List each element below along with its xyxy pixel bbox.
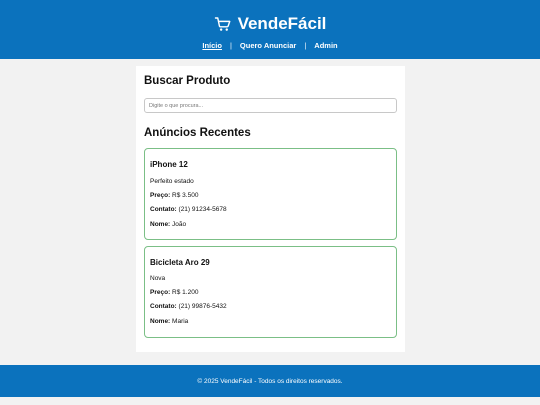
search-input[interactable] [144,98,397,113]
name-value: Maria [172,318,189,325]
listing-description: Perfeito estado [150,178,194,185]
name-label: Nome: [150,221,171,228]
price-label: Preço: [150,192,171,199]
listing-card[interactable]: iPhone 12 Perfeito estado Preço: R$ 3.50… [144,148,397,240]
name-value: João [172,221,187,228]
listing-card[interactable]: Bicicleta Aro 29 Nova Preço: R$ 1.200 Co… [144,246,397,338]
listing-seller: Nome: Maria [150,318,188,325]
listing-contact: Contato: (21) 91234-5678 [150,206,227,213]
contact-label: Contato: [150,303,177,310]
listings-title: Anúncios Recentes [144,127,251,139]
search-title: Buscar Produto [144,75,231,87]
nav-separator: | [229,41,232,50]
nav-link-inicio[interactable]: Início [202,41,222,50]
listing-title: iPhone 12 [150,160,188,169]
listing-price: Preço: R$ 3.500 [150,192,198,199]
price-value: R$ 3.500 [172,192,199,199]
shopping-cart-icon [214,15,232,33]
nav-link-admin[interactable]: Admin [314,41,337,50]
site-footer: © 2025 VendeFácil - Todos os direitos re… [0,365,540,397]
contact-label: Contato: [150,206,177,213]
listing-title: Bicicleta Aro 29 [150,258,210,267]
main-content: Buscar Produto Anúncios Recentes iPhone … [136,66,405,352]
contact-value: (21) 99876-5432 [178,303,227,310]
listing-seller: Nome: João [150,221,186,228]
site-header: VendeFácil Início | Quero Anunciar | Adm… [0,0,540,59]
name-label: Nome: [150,318,171,325]
nav-link-quero-anunciar[interactable]: Quero Anunciar [240,41,296,50]
brand-name: VendeFácil [237,14,327,33]
brand[interactable]: VendeFácil [0,14,540,34]
price-label: Preço: [150,289,171,296]
contact-value: (21) 91234-5678 [178,206,227,213]
price-value: R$ 1.200 [172,289,199,296]
listing-description: Nova [150,275,166,282]
footer-text: © 2025 VendeFácil - Todos os direitos re… [197,377,343,385]
listing-contact: Contato: (21) 99876-5432 [150,303,227,310]
nav-separator: | [304,41,307,50]
listing-price: Preço: R$ 1.200 [150,289,198,296]
main-nav: Início | Quero Anunciar | Admin [0,41,540,50]
